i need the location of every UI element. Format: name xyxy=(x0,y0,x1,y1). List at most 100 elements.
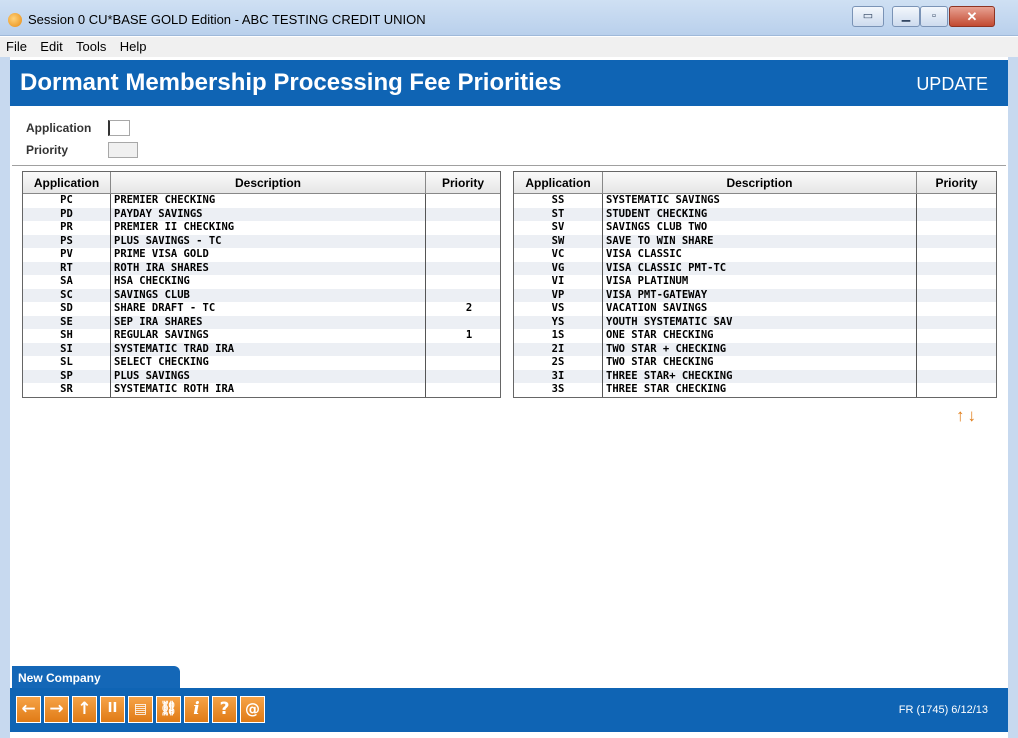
row-application-code: SI xyxy=(23,342,111,356)
email-icon[interactable]: @ xyxy=(240,696,265,723)
row-description: TWO STAR CHECKING xyxy=(603,356,917,370)
row-priority xyxy=(917,208,996,222)
row-priority xyxy=(426,208,500,222)
row-priority xyxy=(917,194,996,208)
table-row[interactable]: YS YOUTH SYSTEMATIC SAV xyxy=(514,315,996,329)
row-description: PREMIER CHECKING xyxy=(111,194,426,208)
table-row[interactable]: 2S TWO STAR CHECKING xyxy=(514,356,996,370)
table-row[interactable]: PR PREMIER II CHECKING xyxy=(23,221,500,235)
table-row[interactable]: PS PLUS SAVINGS - TC xyxy=(23,234,500,248)
mode-indicator: UPDATE xyxy=(916,74,988,94)
row-application-code: 2S xyxy=(514,356,603,370)
table-row[interactable]: SR SYSTEMATIC ROTH IRA xyxy=(23,383,500,397)
row-description: SYSTEMATIC TRAD IRA xyxy=(111,342,426,356)
back-arrow-icon[interactable]: ← xyxy=(16,696,41,723)
menu-tools[interactable]: Tools xyxy=(72,37,110,56)
table-row[interactable]: 2I TWO STAR + CHECKING xyxy=(514,342,996,357)
table-row[interactable]: SC SAVINGS CLUB xyxy=(23,288,500,302)
table-header: Application Description Priority xyxy=(23,172,500,194)
link-icon[interactable]: ⛓ xyxy=(156,696,181,723)
window-title: Session 0 CU*BASE GOLD Edition - ABC TES… xyxy=(28,12,426,27)
row-application-code: PD xyxy=(23,207,111,221)
row-priority xyxy=(917,235,996,249)
application-input[interactable] xyxy=(108,120,130,136)
row-priority xyxy=(917,343,996,357)
screen-code: FR (1745) 6/12/13 xyxy=(898,704,988,716)
priority-input[interactable] xyxy=(108,142,138,158)
maximize-button[interactable]: ▫ xyxy=(920,6,948,27)
menu-edit[interactable]: Edit xyxy=(36,37,66,56)
table-row[interactable]: SA HSA CHECKING xyxy=(23,275,500,289)
minimize-button[interactable]: ▁ xyxy=(892,6,920,27)
restore-window-icon[interactable]: ▭ xyxy=(852,6,884,27)
table-row[interactable]: PD PAYDAY SAVINGS xyxy=(23,207,500,222)
table-row[interactable]: PV PRIME VISA GOLD xyxy=(23,248,500,262)
page-title: Dormant Membership Processing Fee Priori… xyxy=(20,69,562,96)
row-description: PRIME VISA GOLD xyxy=(111,248,426,262)
row-description: SEP IRA SHARES xyxy=(111,315,426,329)
row-priority xyxy=(426,248,500,262)
table-row[interactable]: SD SHARE DRAFT - TC 2 xyxy=(23,302,500,316)
row-priority xyxy=(917,275,996,289)
table-row[interactable]: SS SYSTEMATIC SAVINGS xyxy=(514,194,996,208)
help-icon[interactable]: ? xyxy=(212,696,237,723)
info-icon[interactable]: i xyxy=(184,696,209,723)
forward-arrow-icon[interactable]: → xyxy=(44,696,69,723)
table-row[interactable]: 3S THREE STAR CHECKING xyxy=(514,383,996,397)
row-priority xyxy=(917,302,996,316)
row-application-code: 1S xyxy=(514,329,603,343)
menu-help[interactable]: Help xyxy=(116,37,151,56)
row-priority xyxy=(426,275,500,289)
column-header-description[interactable]: Description xyxy=(111,172,426,193)
pause-icon[interactable]: II xyxy=(100,696,125,723)
row-application-code: 3I xyxy=(514,369,603,383)
table-row[interactable]: VI VISA PLATINUM xyxy=(514,275,996,289)
row-application-code: VG xyxy=(514,261,603,275)
scroll-down-icon[interactable]: ↓ xyxy=(968,406,980,425)
table-row[interactable]: SW SAVE TO WIN SHARE xyxy=(514,234,996,249)
row-description: HSA CHECKING xyxy=(111,275,426,289)
new-company-tab[interactable]: New Company xyxy=(12,666,180,688)
row-priority xyxy=(426,194,500,208)
table-row[interactable]: SE SEP IRA SHARES xyxy=(23,315,500,329)
up-arrow-icon[interactable]: ↑ xyxy=(72,696,97,723)
table-row[interactable]: VG VISA CLASSIC PMT-TC xyxy=(514,261,996,275)
row-description: VISA CLASSIC xyxy=(603,248,917,262)
row-description: PAYDAY SAVINGS xyxy=(111,207,426,221)
row-description: VISA CLASSIC PMT-TC xyxy=(603,261,917,275)
row-description: STUDENT CHECKING xyxy=(603,207,917,221)
table-row[interactable]: SV SAVINGS CLUB TWO xyxy=(514,221,996,235)
table-row[interactable]: 1S ONE STAR CHECKING xyxy=(514,329,996,343)
row-application-code: SS xyxy=(514,194,603,208)
column-header-priority[interactable]: Priority xyxy=(426,172,500,193)
table-row[interactable]: VP VISA PMT-GATEWAY xyxy=(514,288,996,302)
close-button[interactable]: ✕ xyxy=(949,6,995,27)
row-application-code: SD xyxy=(23,302,111,316)
table-row[interactable]: ST STUDENT CHECKING xyxy=(514,207,996,222)
table-row[interactable]: SI SYSTEMATIC TRAD IRA xyxy=(23,342,500,356)
scroll-up-icon[interactable]: ↑ xyxy=(956,406,968,425)
row-application-code: RT xyxy=(23,261,111,275)
table-row[interactable]: PC PREMIER CHECKING xyxy=(23,194,500,208)
table-row[interactable]: SL SELECT CHECKING xyxy=(23,356,500,370)
table-row[interactable]: VS VACATION SAVINGS xyxy=(514,302,996,316)
print-icon[interactable]: ▤ xyxy=(128,696,153,723)
column-header-priority[interactable]: Priority xyxy=(917,172,996,193)
table-row[interactable]: 3I THREE STAR+ CHECKING xyxy=(514,369,996,383)
column-header-description[interactable]: Description xyxy=(603,172,917,193)
row-priority xyxy=(917,356,996,370)
table-row[interactable]: SH REGULAR SAVINGS 1 xyxy=(23,329,500,343)
table-row[interactable]: SP PLUS SAVINGS xyxy=(23,369,500,383)
table-row[interactable]: RT ROTH IRA SHARES xyxy=(23,261,500,275)
column-header-application[interactable]: Application xyxy=(23,172,111,193)
row-priority xyxy=(917,329,996,343)
row-description: SYSTEMATIC SAVINGS xyxy=(603,194,917,208)
table-row[interactable]: VC VISA CLASSIC xyxy=(514,248,996,262)
column-header-application[interactable]: Application xyxy=(514,172,603,193)
left-applications-table: Application Description Priority PC PREMI… xyxy=(22,171,501,398)
row-description: THREE STAR CHECKING xyxy=(603,383,917,397)
menu-file[interactable]: File xyxy=(2,37,31,56)
row-application-code: PV xyxy=(23,248,111,262)
row-description: PLUS SAVINGS xyxy=(111,369,426,383)
row-description: SAVINGS CLUB TWO xyxy=(603,221,917,235)
